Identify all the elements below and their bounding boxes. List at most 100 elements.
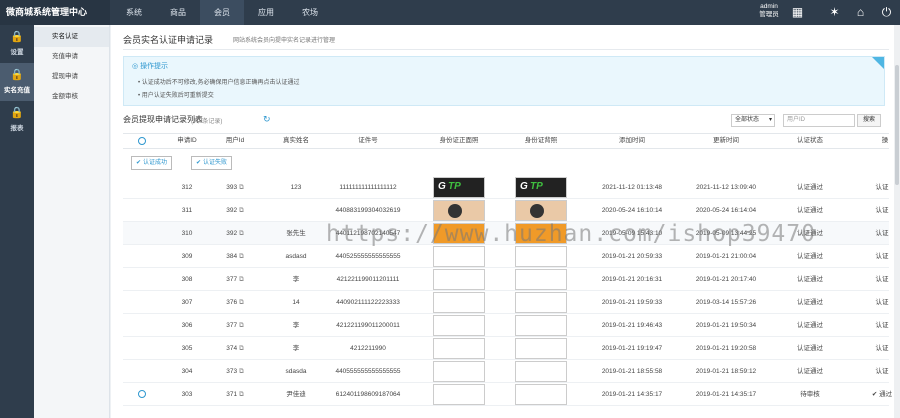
cell-real-name: 123	[290, 184, 302, 191]
column-header: 证件号	[358, 137, 378, 144]
tips-heading-text: 操作提示	[140, 63, 169, 70]
sub-nav-item-recharge[interactable]: 充值申请	[34, 47, 109, 67]
lightbulb-icon: ◎	[132, 63, 139, 70]
cell-id: 311	[181, 207, 193, 214]
cell-added-time: 2021-11-12 01:13:48	[602, 184, 662, 191]
cell-id: 312	[181, 184, 193, 191]
sub-nav-item-amount-review[interactable]: 金额审核	[34, 87, 109, 107]
cell-action[interactable]: 认证	[869, 199, 895, 222]
refresh-icon[interactable]: ↻	[263, 114, 271, 125]
sub-nav-item-realname[interactable]: 实名认证	[34, 27, 109, 47]
cell-user-id: 392 ⧉	[226, 207, 244, 214]
column-header: 身份证正面照	[439, 137, 479, 144]
power-icon[interactable]: ⏻	[878, 4, 895, 21]
id-back-photo[interactable]	[515, 200, 567, 221]
table-row: 311 392 ⧉ 440883199304032619 2020-05-24 16:1…	[123, 199, 889, 222]
id-front-photo[interactable]	[433, 200, 485, 221]
cell-action[interactable]: 认证	[869, 245, 895, 268]
search-button[interactable]: 搜索	[857, 114, 881, 127]
table-row: 303 371 ⧉ 尹佳迪 612401198609187064 2019-01-21 1…	[123, 383, 892, 406]
external-link-icon[interactable]: ⧉	[239, 276, 244, 283]
external-link-icon[interactable]: ⧉	[239, 299, 244, 306]
external-link-icon[interactable]: ⧉	[239, 368, 244, 375]
id-back-photo[interactable]	[515, 292, 567, 313]
user-id-search-input[interactable]: 用户ID	[783, 114, 855, 127]
user-info[interactable]: admin 管理员	[752, 3, 786, 19]
table-row: 304 373 ⧉ sdasda 440555555555555555 2019-01-2…	[123, 360, 889, 383]
id-front-photo[interactable]	[433, 315, 485, 336]
cell-added-time: 2019-01-21 19:19:47	[601, 345, 663, 352]
cell-user-id: 377 ⧉	[226, 276, 244, 283]
top-nav-item-apps[interactable]: 应用	[244, 0, 288, 25]
external-link-icon[interactable]: ⧉	[239, 345, 244, 352]
cell-status: 认证通过	[797, 299, 823, 306]
external-link-icon[interactable]: ⧉	[239, 253, 244, 260]
id-front-photo[interactable]	[433, 361, 485, 382]
cell-status: 认证通过	[797, 276, 823, 283]
id-back-photo[interactable]	[515, 246, 567, 267]
network-icon[interactable]: ✶	[826, 4, 843, 21]
cell-updated-time: 2019-01-21 14:35:17	[695, 391, 757, 398]
cell-id-number: 421221199011201111	[336, 276, 400, 283]
cell-action[interactable]: 认证	[869, 268, 895, 291]
id-back-photo[interactable]	[515, 315, 567, 336]
cell-status: 认证通过	[797, 345, 823, 352]
cell-action[interactable]: 认证	[869, 337, 895, 360]
app-title: 微商城系统管理中心	[0, 0, 110, 25]
top-nav-item-system[interactable]: 系统	[112, 0, 156, 25]
sub-nav-item-withdraw[interactable]: 提现申请	[34, 67, 109, 87]
status-select-value: 全部状态	[735, 117, 760, 123]
top-nav-item-goods[interactable]: 商品	[156, 0, 200, 25]
cell-id-number: 612401198609187064	[335, 391, 401, 398]
external-link-icon[interactable]: ⧉	[239, 184, 244, 191]
table-header: 申请ID 用户Id 真实姓名 证件号 身份证正面照 身份证背照 添加时间 更新时…	[123, 133, 889, 149]
left-nav-item-settings[interactable]: 🔒 设置	[0, 25, 34, 63]
cell-action[interactable]: 认证	[869, 222, 895, 245]
tip-line: • 认证成功后不可修改,务必确保用户信息正确再点击认证通过	[138, 80, 300, 86]
top-nav-item-farm[interactable]: 农场	[288, 0, 332, 25]
card-icon[interactable]: ▦	[789, 4, 806, 21]
cell-action[interactable]: ✔ 通过	[869, 383, 895, 406]
cell-added-time: 2019-05-09 15:43:10	[601, 230, 663, 237]
id-back-photo[interactable]	[515, 223, 567, 244]
reject-button[interactable]: ✔ 认证失败	[191, 156, 233, 170]
cell-action[interactable]: 认证	[869, 360, 895, 383]
left-nav-item-realname[interactable]: 🔒 实名充值	[0, 63, 34, 101]
external-link-icon[interactable]: ⧉	[239, 322, 244, 329]
id-front-photo[interactable]	[433, 338, 485, 359]
scrollbar[interactable]	[894, 25, 900, 418]
cell-real-name: asdasd	[285, 253, 307, 260]
cell-added-time: 2019-01-21 20:59:33	[601, 253, 663, 260]
select-all-radio[interactable]	[138, 137, 146, 145]
cell-action[interactable]: 认证	[869, 314, 895, 337]
id-back-photo[interactable]: G TP	[515, 177, 567, 198]
approve-button-label: 认证成功	[143, 160, 168, 166]
id-front-photo[interactable]: G TP	[433, 177, 485, 198]
id-front-photo[interactable]	[433, 246, 485, 267]
home-icon[interactable]: ⌂	[852, 4, 869, 21]
status-select[interactable]: 全部状态 ▾	[731, 114, 775, 127]
id-front-photo[interactable]	[433, 223, 485, 244]
cell-user-id: 371 ⧉	[226, 391, 244, 398]
cell-action[interactable]: 认证	[869, 176, 895, 199]
scrollbar-thumb[interactable]	[895, 65, 899, 185]
cell-id-number: 111111111111111112	[339, 184, 397, 191]
row-radio[interactable]	[138, 390, 146, 398]
top-nav-item-member[interactable]: 会员	[200, 0, 244, 25]
cell-id: 307	[181, 299, 193, 306]
cell-action[interactable]: 认证	[869, 291, 895, 314]
id-back-photo[interactable]	[515, 361, 567, 382]
approve-button[interactable]: ✔ 认证成功	[131, 156, 173, 170]
external-link-icon[interactable]: ⧉	[239, 391, 244, 398]
external-link-icon[interactable]: ⧉	[239, 207, 244, 214]
id-back-photo[interactable]	[515, 338, 567, 359]
id-back-photo[interactable]	[515, 384, 567, 405]
id-front-photo[interactable]	[433, 269, 485, 290]
id-back-photo[interactable]	[515, 269, 567, 290]
id-front-photo[interactable]	[433, 292, 485, 313]
left-nav-item-reports[interactable]: 🔒 报表	[0, 101, 34, 139]
column-header: 认证状态	[797, 137, 823, 144]
column-header: 更新时间	[713, 137, 739, 144]
external-link-icon[interactable]: ⧉	[239, 230, 244, 237]
id-front-photo[interactable]	[433, 384, 485, 405]
